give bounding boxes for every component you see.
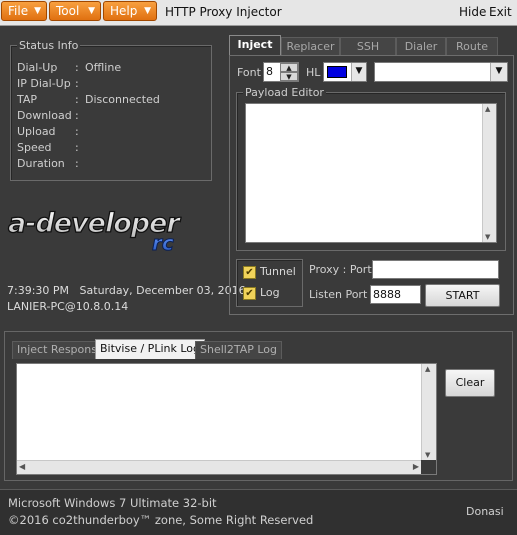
donate-link[interactable]: Donasi xyxy=(466,505,504,518)
tab-bitvise-plink-log[interactable]: Bitvise / PLink Log xyxy=(95,339,205,359)
tunnel-label: Tunnel xyxy=(260,265,296,278)
status-label-speed: Speed xyxy=(17,141,52,154)
status-value-tap: Disconnected xyxy=(85,93,160,106)
hl-color-swatch xyxy=(327,66,347,78)
status-label-tap: TAP xyxy=(17,93,38,106)
log-vertical-scrollbar[interactable]: ▲ ▼ xyxy=(421,364,436,460)
chevron-down-icon: ▼ xyxy=(34,6,41,16)
caret-right-icon[interactable]: ▶ xyxy=(413,462,419,471)
payload-editor-group: Payload Editor ▲ ▼ xyxy=(236,86,506,251)
chevron-down-icon[interactable]: ▼ xyxy=(490,63,507,81)
font-size-value: 8 xyxy=(266,65,273,78)
log-label: Log xyxy=(260,286,280,299)
payload-editor-legend: Payload Editor xyxy=(243,86,326,99)
help-menu-button[interactable]: Help ▼ xyxy=(103,1,157,21)
status-label-dialup: Dial-Up xyxy=(17,61,58,74)
caret-down-icon[interactable]: ▼ xyxy=(485,233,490,241)
log-checkbox[interactable]: ✔ xyxy=(243,287,256,300)
listen-port-label: Listen Port xyxy=(309,288,368,301)
tab-route[interactable]: Route xyxy=(446,37,498,56)
caret-left-icon[interactable]: ◀ xyxy=(19,462,25,471)
payload-scrollbar[interactable]: ▲ ▼ xyxy=(482,104,496,242)
file-menu-button[interactable]: File ▼ xyxy=(1,1,47,21)
caret-down-icon[interactable]: ▼ xyxy=(280,72,298,81)
status-info-legend: Status Info xyxy=(17,39,81,52)
svg-text:rc: rc xyxy=(152,231,174,252)
status-label-download: Download xyxy=(17,109,72,122)
options-group: ✔ Tunnel ✔ Log xyxy=(236,259,303,307)
font-label: Font xyxy=(237,66,261,79)
window-title: HTTP Proxy Injector xyxy=(165,5,282,19)
listen-port-input[interactable]: 8888 xyxy=(370,285,421,304)
tab-replacer[interactable]: Replacer xyxy=(281,37,340,56)
clear-button[interactable]: Clear xyxy=(445,369,495,397)
proxy-port-input[interactable] xyxy=(372,260,499,279)
caret-up-icon[interactable]: ▲ xyxy=(280,63,298,72)
status-label-upload: Upload xyxy=(17,125,56,138)
tab-ssh[interactable]: SSH xyxy=(340,37,396,56)
chevron-down-icon[interactable]: ▼ xyxy=(351,63,366,81)
clock-date: Saturday, December 03, 2016 xyxy=(79,284,246,297)
title-bar: File ▼ Tool ▼ Help ▼ HTTP Proxy Injector… xyxy=(0,0,517,26)
tunnel-checkbox[interactable]: ✔ xyxy=(243,266,256,279)
font-size-stepper[interactable]: 8 ▲ ▼ xyxy=(263,62,299,82)
tab-inject[interactable]: Inject xyxy=(229,35,281,56)
proxy-port-label: Proxy : Port xyxy=(309,263,372,276)
status-bar: Microsoft Windows 7 Ultimate 32-bit ©201… xyxy=(0,489,517,535)
font-family-select[interactable]: ▼ xyxy=(374,62,508,82)
tool-menu-button[interactable]: Tool ▼ xyxy=(49,1,101,21)
log-horizontal-scrollbar[interactable]: ◀ ▶ xyxy=(17,460,421,474)
payload-editor-textarea[interactable]: ▲ ▼ xyxy=(245,103,497,243)
status-label-ip: IP Dial-Up xyxy=(17,77,71,90)
hide-button[interactable]: Hide xyxy=(459,5,486,19)
hl-color-picker[interactable]: ▼ xyxy=(323,62,367,82)
start-button[interactable]: START xyxy=(425,284,500,307)
scroll-corner xyxy=(421,460,436,474)
log-textarea[interactable]: ▲ ▼ ◀ ▶ xyxy=(16,363,437,475)
help-menu-label: Help xyxy=(110,4,138,18)
status-value-dialup: Offline xyxy=(85,61,122,74)
file-menu-label: File xyxy=(8,4,29,18)
chevron-down-icon: ▼ xyxy=(144,6,151,16)
clock: 7:39:30 PM Saturday, December 03, 2016 xyxy=(7,284,246,297)
clock-time: 7:39:30 PM xyxy=(7,284,70,297)
tab-dialer[interactable]: Dialer xyxy=(396,37,446,56)
caret-down-icon[interactable]: ▼ xyxy=(425,451,430,459)
exit-button[interactable]: Exit xyxy=(489,5,512,19)
caret-up-icon[interactable]: ▲ xyxy=(485,105,490,113)
chevron-down-icon: ▼ xyxy=(88,6,95,16)
caret-up-icon[interactable]: ▲ xyxy=(425,365,430,373)
tool-menu-label: Tool xyxy=(56,4,80,18)
status-info-group: Status Info Dial-Up : Offline IP Dial-Up… xyxy=(10,39,212,181)
copyright: ©2016 co2thunderboy™ zone, Some Right Re… xyxy=(8,513,314,527)
tab-inject-respons[interactable]: Inject Respons xyxy=(12,341,102,359)
a-developer-logo: a-developer rc xyxy=(6,206,218,255)
tab-shell2tap-log[interactable]: Shell2TAP Log xyxy=(195,341,282,359)
os-info: Microsoft Windows 7 Ultimate 32-bit xyxy=(8,496,217,510)
host-address: LANIER-PC@10.8.0.14 xyxy=(7,300,129,313)
status-label-duration: Duration xyxy=(17,157,65,170)
hl-label: HL xyxy=(306,66,321,79)
